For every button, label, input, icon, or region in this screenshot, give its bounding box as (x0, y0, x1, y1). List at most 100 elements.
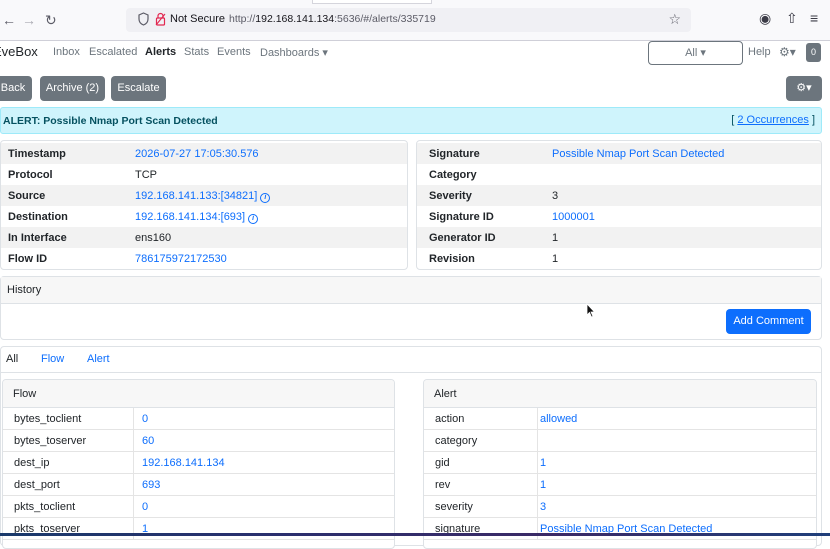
field-name: category (435, 435, 478, 447)
tab-flow[interactable]: Flow (41, 353, 64, 365)
browser-tab-edge[interactable] (312, 0, 432, 4)
info-icon[interactable]: i (248, 214, 259, 224)
flow-table-header: Flow (3, 380, 394, 408)
archive-button[interactable]: Archive (2) (40, 76, 105, 101)
field-value[interactable]: 3 (540, 501, 546, 513)
field-value[interactable]: 60 (142, 435, 154, 447)
tab-alert[interactable]: Alert (87, 353, 110, 365)
info-row-category: Category (417, 164, 821, 185)
add-comment-button[interactable]: Add Comment (726, 309, 811, 334)
nav-alerts[interactable]: Alerts (145, 46, 176, 58)
alert-table-header: Alert (424, 380, 816, 408)
field-value[interactable]: 0 (142, 501, 148, 513)
field-value[interactable]: allowed (540, 413, 577, 425)
info-key: Category (429, 169, 477, 181)
settings-gear-icon[interactable]: ⚙▾ (779, 45, 796, 59)
table-row: action allowed (424, 408, 816, 430)
time-range-select[interactable]: All ▾ (648, 41, 743, 65)
help-link[interactable]: Help (748, 46, 771, 58)
info-key: Severity (429, 190, 472, 202)
cell-divider (133, 408, 134, 430)
nav-events[interactable]: Events (217, 46, 251, 58)
info-key: In Interface (8, 232, 67, 244)
menu-icon[interactable]: ≡ (810, 10, 818, 26)
severity-value: 3 (552, 190, 559, 202)
occurrences-link[interactable]: 2 Occurrences (737, 114, 809, 126)
nav-escalated[interactable]: Escalated (89, 46, 137, 58)
escalate-button[interactable]: Escalate (111, 76, 166, 101)
table-row: signature Possible Nmap Port Scan Detecte… (424, 518, 816, 540)
occurrences: [ 2 Occurrences ] (731, 114, 815, 126)
url-bar[interactable]: Not Secure http://192.168.141.134:5636/#… (126, 8, 691, 32)
field-value[interactable]: 0 (142, 413, 148, 425)
history-header: History (1, 277, 821, 304)
table-row: severity 3 (424, 496, 816, 518)
notification-badge[interactable]: 0 (806, 43, 821, 62)
field-value[interactable]: 192.168.141.134 (142, 457, 225, 469)
field-value[interactable]: 1 (540, 479, 546, 491)
reload-icon[interactable]: ↻ (45, 12, 57, 29)
lock-insecure-icon[interactable] (155, 12, 166, 26)
cell-divider (133, 518, 134, 540)
url-host: 192.168.141.134 (255, 13, 335, 25)
field-name: pkts_toclient (14, 501, 76, 513)
info-row-interface: In Interface ens160 (1, 227, 407, 248)
field-name: action (435, 413, 465, 425)
table-row: bytes_toclient 0 (3, 408, 394, 430)
event-info-card: Timestamp 2026-07-27 17:05:30.576 Protoc… (0, 140, 408, 270)
info-row-signature: Signature Possible Nmap Port Scan Detect… (417, 143, 821, 164)
nav-dashboards[interactable]: Dashboards ▾ (260, 46, 328, 59)
alert-title: ALERT: Possible Nmap Port Scan Detected (3, 115, 218, 127)
brand-logo[interactable]: EveBox (0, 44, 38, 59)
flowid-value[interactable]: 786175972172530 (135, 253, 227, 265)
history-panel: History (0, 276, 822, 340)
cell-divider (133, 496, 134, 518)
cell-divider (537, 452, 538, 474)
info-key: Signature (429, 148, 480, 160)
signature-info-card: Signature Possible Nmap Port Scan Detect… (416, 140, 822, 270)
shield-icon[interactable] (138, 12, 149, 26)
timestamp-value[interactable]: 2026-07-27 17:05:30.576 (135, 148, 259, 160)
signature-value[interactable]: Possible Nmap Port Scan Detected (552, 148, 724, 160)
not-secure-label[interactable]: Not Secure (170, 13, 225, 25)
cell-divider (537, 496, 538, 518)
info-row-timestamp: Timestamp 2026-07-27 17:05:30.576 (1, 143, 407, 164)
actions-gear-button[interactable]: ⚙▾ (786, 76, 822, 101)
info-row-flowid: Flow ID 786175972172530 (1, 248, 407, 269)
info-icon[interactable]: i (260, 193, 271, 203)
info-row-destination: Destination 192.168.141.134:[693] i (1, 206, 407, 227)
alert-table-title: Alert (434, 388, 457, 400)
cell-divider (537, 474, 538, 496)
sigid-value[interactable]: 1000001 (552, 211, 595, 223)
info-row-sigid: Signature ID 1000001 (417, 206, 821, 227)
nav-inbox[interactable]: Inbox (53, 46, 80, 58)
alert-banner: ALERT: Possible Nmap Port Scan Detected … (0, 107, 822, 134)
field-value[interactable]: 1 (540, 457, 546, 469)
field-name: severity (435, 501, 473, 513)
tab-all[interactable]: All (6, 353, 18, 365)
destination-value[interactable]: 192.168.141.134:[693] (135, 211, 245, 223)
back-button[interactable]: Back (0, 76, 32, 101)
cell-divider (537, 408, 538, 430)
flow-table-title: Flow (13, 388, 37, 400)
occ-open: [ (731, 114, 735, 126)
url-text[interactable]: http://192.168.141.134:5636/#/alerts/335… (229, 13, 436, 25)
cell-divider (133, 430, 134, 452)
cell-divider (537, 430, 538, 452)
interface-value: ens160 (135, 232, 172, 244)
account-icon[interactable]: ◉ (759, 10, 771, 27)
bookmark-star-icon[interactable]: ☆ (668, 11, 681, 28)
genid-value: 1 (552, 232, 559, 244)
source-value[interactable]: 192.168.141.133:[34821] (135, 190, 257, 202)
info-row-severity: Severity 3 (417, 185, 821, 206)
cell-divider (133, 452, 134, 474)
extensions-icon[interactable]: ⇧ (786, 10, 798, 27)
field-value[interactable]: 693 (142, 479, 160, 491)
info-key: Signature ID (429, 211, 494, 223)
nav-stats[interactable]: Stats (184, 46, 209, 58)
field-name: bytes_toclient (14, 413, 82, 425)
back-arrow-icon[interactable]: ← (2, 12, 16, 28)
alert-table: Alert action allowed category gid 1 rev 1 s… (423, 379, 817, 549)
forward-arrow-icon[interactable]: → (22, 12, 36, 28)
info-key: Generator ID (429, 232, 496, 244)
